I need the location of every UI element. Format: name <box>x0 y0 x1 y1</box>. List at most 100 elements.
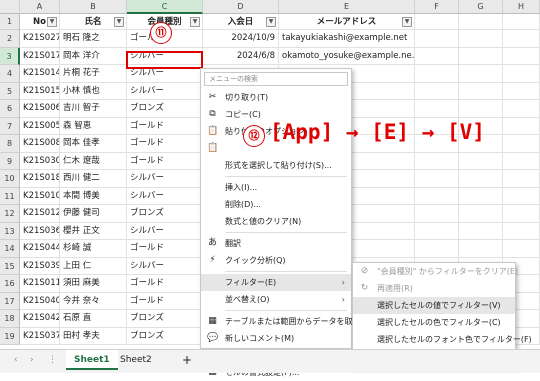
table-cell[interactable]: 岡本 佳孝 <box>60 135 127 153</box>
table-cell[interactable]: K21S044 <box>20 240 60 258</box>
table-cell[interactable]: K21S030 <box>20 152 60 170</box>
col-header-d[interactable]: D <box>203 0 279 14</box>
menu-item[interactable]: あ翻訳 <box>201 235 351 252</box>
table-cell[interactable]: K21S005 <box>20 117 60 135</box>
table-cell[interactable] <box>503 240 540 258</box>
filter-dropdown-icon[interactable]: ▼ <box>114 17 124 27</box>
table-cell[interactable]: K21S027 <box>20 30 60 48</box>
table-cell[interactable] <box>415 47 459 65</box>
table-cell[interactable]: 上田 仁 <box>60 257 127 275</box>
table-cell[interactable]: 伊藤 健司 <box>60 205 127 223</box>
table-cell[interactable] <box>459 170 503 188</box>
table-cell[interactable] <box>503 135 540 153</box>
table-cell[interactable]: ブロンズ <box>127 327 203 345</box>
menu-item[interactable]: 挿入(I)... <box>201 179 351 196</box>
row-header[interactable]: 19 <box>0 327 20 345</box>
table-cell[interactable]: K21S011 <box>20 275 60 293</box>
filter-active-icon[interactable]: ▼ <box>190 17 200 27</box>
table-cell[interactable] <box>459 65 503 83</box>
table-cell[interactable]: K21S014 <box>20 65 60 83</box>
table-cell[interactable] <box>459 47 503 65</box>
table-cell[interactable] <box>503 117 540 135</box>
table-cell[interactable] <box>415 65 459 83</box>
table-cell[interactable] <box>503 222 540 240</box>
add-sheet-button[interactable]: + <box>174 350 200 370</box>
table-cell[interactable]: シルバー <box>127 187 203 205</box>
col-header-f[interactable]: F <box>415 0 459 14</box>
table-cell[interactable]: 岡本 洋介 <box>60 47 127 65</box>
table-cell[interactable] <box>503 187 540 205</box>
row-header[interactable]: 17 <box>0 292 20 310</box>
table-cell[interactable]: K21S015 <box>20 82 60 100</box>
submenu-item[interactable]: ↻ 再適用(R) <box>353 280 515 297</box>
table-cell[interactable] <box>415 152 459 170</box>
table-cell[interactable]: 石原 直 <box>60 310 127 328</box>
table-cell[interactable]: takayukiakashi@example.net <box>279 30 415 48</box>
submenu-item[interactable]: 選択したセルのフォント色でフィルター(F) <box>353 331 532 348</box>
table-cell[interactable]: ゴールド <box>127 240 203 258</box>
menu-item[interactable]: ▦ テーブルまたは範囲からデータを取得(G)... <box>201 313 380 330</box>
table-cell[interactable] <box>415 205 459 223</box>
row-header[interactable]: 12 <box>0 205 20 223</box>
table-cell[interactable]: K21S040 <box>20 292 60 310</box>
submenu-item[interactable]: ⊘ "会員種別" からフィルターをクリア(E) <box>353 263 518 280</box>
table-cell[interactable]: okamoto_yosuke@example.ne.jp <box>279 47 415 65</box>
tab-sheet1[interactable]: Sheet1 <box>66 350 118 370</box>
menu-item[interactable]: ⚡ クイック分析(Q) <box>201 252 351 269</box>
table-cell[interactable] <box>415 30 459 48</box>
table-cell[interactable]: シルバー <box>127 170 203 188</box>
table-cell[interactable] <box>459 100 503 118</box>
submenu-item[interactable]: 選択したセルの色でフィルター(C) <box>353 314 515 331</box>
col-header-c[interactable]: C <box>127 0 203 14</box>
table-cell[interactable] <box>503 82 540 100</box>
col-header-a[interactable]: A <box>20 0 60 14</box>
table-cell[interactable]: ゴールド <box>127 117 203 135</box>
row-header[interactable]: 13 <box>0 222 20 240</box>
filter-dropdown-icon[interactable]: ▼ <box>402 17 412 27</box>
table-cell[interactable]: 櫻井 正文 <box>60 222 127 240</box>
row-header[interactable]: 16 <box>0 275 20 293</box>
table-cell[interactable]: シルバー <box>127 257 203 275</box>
table-cell[interactable] <box>415 170 459 188</box>
tab-more-icon[interactable]: ⋮ <box>40 350 65 370</box>
tab-sheet2[interactable]: Sheet2 <box>112 350 160 370</box>
table-cell[interactable] <box>415 100 459 118</box>
table-cell[interactable] <box>503 152 540 170</box>
col-header-g[interactable]: G <box>459 0 503 14</box>
menu-item[interactable]: 数式と値のクリア(N) <box>201 213 351 230</box>
row-header[interactable]: 4 <box>0 65 20 83</box>
table-cell[interactable]: 2024/10/9 <box>203 30 279 48</box>
table-cell[interactable]: K21S036 <box>20 222 60 240</box>
menu-item[interactable]: フィルター(E) › <box>201 274 351 291</box>
row-header-1[interactable]: 1 <box>0 14 20 30</box>
table-cell[interactable]: 本間 博美 <box>60 187 127 205</box>
table-cell[interactable] <box>459 240 503 258</box>
table-cell[interactable] <box>503 205 540 223</box>
row-header[interactable]: 5 <box>0 82 20 100</box>
table-cell[interactable]: 田村 孝夫 <box>60 327 127 345</box>
table-cell[interactable]: ブロンズ <box>127 310 203 328</box>
table-cell[interactable] <box>459 82 503 100</box>
cell[interactable] <box>459 14 503 30</box>
menu-item[interactable]: 削除(D)... <box>201 196 351 213</box>
table-cell[interactable] <box>459 30 503 48</box>
table-cell[interactable]: 2024/6/8 <box>203 47 279 65</box>
menu-item[interactable]: ✂ 切り取り(T) <box>201 89 351 106</box>
table-cell[interactable]: 小林 慎也 <box>60 82 127 100</box>
table-cell[interactable] <box>459 205 503 223</box>
submenu-item[interactable]: 選択したセルの値でフィルター(V) <box>353 297 515 314</box>
table-cell[interactable] <box>415 240 459 258</box>
cell[interactable] <box>415 14 459 30</box>
menu-search-input[interactable]: メニューの検索 <box>204 72 348 86</box>
menu-item[interactable]: 形式を選択して貼り付け(S)... <box>201 157 351 174</box>
table-cell[interactable]: 須田 麻美 <box>60 275 127 293</box>
table-cell[interactable]: 吉川 智子 <box>60 100 127 118</box>
table-cell[interactable]: K21S012 <box>20 205 60 223</box>
table-cell[interactable]: 森 智恵 <box>60 117 127 135</box>
table-cell[interactable]: ブロンズ <box>127 205 203 223</box>
tab-nav-right-icon[interactable]: › <box>22 350 42 370</box>
table-cell[interactable]: 今井 奈々 <box>60 292 127 310</box>
row-header[interactable]: 6 <box>0 100 20 118</box>
table-cell[interactable] <box>503 65 540 83</box>
table-cell[interactable]: K21S042 <box>20 310 60 328</box>
